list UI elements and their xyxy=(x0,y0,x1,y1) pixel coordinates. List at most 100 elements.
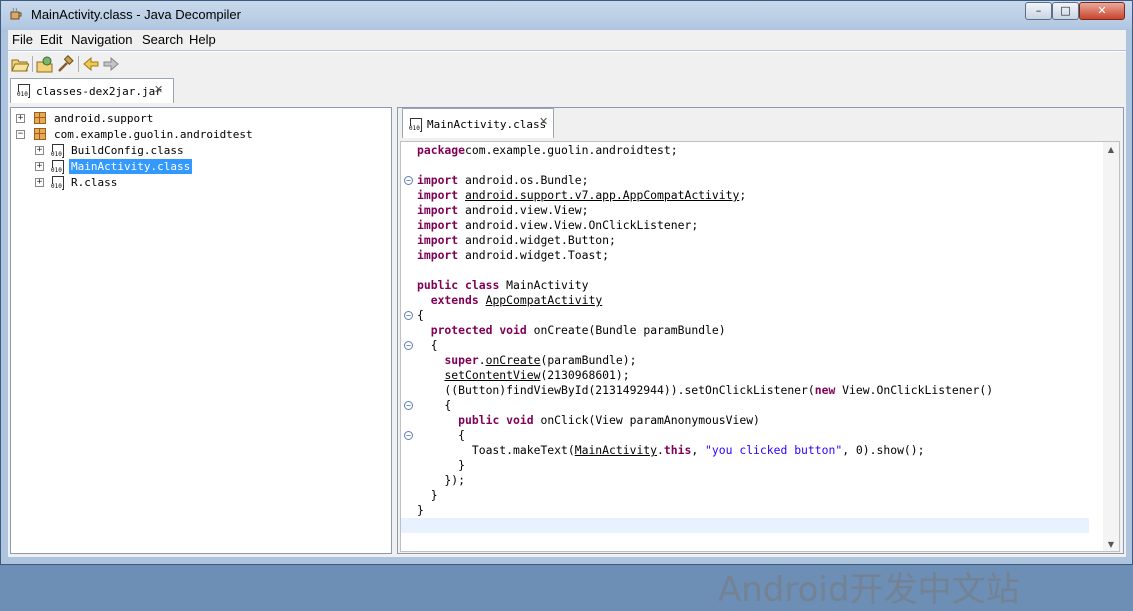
code-token: android.os.Bundle; xyxy=(458,173,589,187)
tab-classes-dex2jar[interactable]: 010 classes-dex2jar.jar ✕ xyxy=(10,78,174,103)
code-line: import android.view.View; xyxy=(417,203,588,218)
maximize-button[interactable]: □ xyxy=(1052,2,1079,20)
open-type-icon[interactable] xyxy=(36,55,54,73)
code-token: ((Button)findViewById(2131492944)).setOn… xyxy=(417,383,815,397)
expand-icon[interactable]: + xyxy=(35,178,44,187)
tab-close-icon[interactable]: ✕ xyxy=(154,83,163,96)
tree-item-label: BuildConfig.class xyxy=(71,144,184,157)
code-token: android.view.View; xyxy=(458,203,589,217)
scroll-up-icon[interactable]: ▲ xyxy=(1103,145,1119,154)
collapse-icon[interactable]: − xyxy=(16,130,25,139)
close-button[interactable]: ✕ xyxy=(1079,2,1125,20)
menu-edit[interactable]: Edit xyxy=(40,32,62,47)
code-line: import android.support.v7.app.AppCompatA… xyxy=(417,188,746,203)
fold-toggle-icon[interactable]: − xyxy=(404,431,413,440)
tree-item-mainactivity[interactable]: + 010 MainActivity.class xyxy=(35,159,295,175)
code-token: }); xyxy=(417,473,466,487)
close-icon: ✕ xyxy=(1097,4,1107,17)
code-token: . xyxy=(478,353,486,367)
class-file-icon: 010 xyxy=(51,160,64,174)
fold-toggle-icon[interactable]: − xyxy=(404,341,413,350)
tab-mainactivity-class[interactable]: 010 MainActivity.class ✕ xyxy=(402,108,554,138)
code-token: android.widget.Toast; xyxy=(458,248,610,262)
fold-toggle-icon[interactable]: − xyxy=(404,401,413,410)
menu-file[interactable]: File xyxy=(12,32,33,47)
hammer-icon[interactable] xyxy=(56,55,74,73)
fold-toggle-icon[interactable]: − xyxy=(404,311,413,320)
tab-close-icon[interactable]: ✕ xyxy=(539,115,548,128)
code-token: public xyxy=(417,278,459,292)
tree-item-label: android.support xyxy=(54,112,154,125)
code-token: onClick(View paramAnonymousView) xyxy=(533,413,760,427)
code-token: . xyxy=(657,443,664,457)
code-token: extends xyxy=(430,293,479,307)
scroll-down-icon[interactable]: ▼ xyxy=(1103,540,1119,549)
back-arrow-icon[interactable] xyxy=(82,55,100,73)
forward-arrow-icon[interactable] xyxy=(102,55,120,73)
tree-item-r-class[interactable]: + 010 R.class xyxy=(35,175,295,191)
vertical-scrollbar[interactable]: ▲ ▼ xyxy=(1103,142,1119,551)
code-token: { xyxy=(417,308,424,322)
tree-item-android-support[interactable]: + android.support xyxy=(16,111,316,127)
tree-item-label: R.class xyxy=(71,176,118,189)
code-line: super.onCreate(paramBundle); xyxy=(417,353,636,368)
code-token: import xyxy=(417,173,459,187)
tree-item-buildconfig[interactable]: + 010 BuildConfig.class xyxy=(35,143,295,159)
expand-icon[interactable]: + xyxy=(16,114,25,123)
package-tree: + android.support − com.example.guolin.a… xyxy=(10,107,392,554)
menu-search[interactable]: Search xyxy=(142,32,183,47)
code-line: { xyxy=(417,338,438,353)
code-line: Toast.makeText(MainActivity.this, "you c… xyxy=(417,443,925,458)
tab-label: MainActivity.class xyxy=(427,118,547,131)
menu-help[interactable]: Help xyxy=(189,32,216,47)
code-token: Toast.makeText( xyxy=(417,443,575,457)
app-window: MainActivity.class - Java Decompiler – □… xyxy=(0,0,1133,610)
code-token: } xyxy=(417,488,438,502)
code-line: public void onClick(View paramAnonymousV… xyxy=(417,413,760,428)
code-token: com.example.guolin.androidtest; xyxy=(465,143,678,157)
open-file-icon[interactable] xyxy=(11,55,29,73)
tab-label: classes-dex2jar.jar xyxy=(36,85,162,98)
expand-icon[interactable]: + xyxy=(35,146,44,155)
fold-toggle-icon[interactable]: − xyxy=(404,176,413,185)
toolbar-separator xyxy=(32,56,33,72)
code-line: ((Button)findViewById(2131492944)).setOn… xyxy=(417,383,993,398)
tree-item-com-example[interactable]: − com.example.guolin.androidtest xyxy=(16,127,316,143)
code-line: import android.os.Bundle; xyxy=(417,173,588,188)
watermark: Android开发中文站 xyxy=(718,570,1020,610)
toolbar xyxy=(8,51,1126,76)
code-token: { xyxy=(417,398,452,412)
code-editor[interactable]: ▲ ▼ packagecom.example.guolin.androidtes… xyxy=(400,141,1120,552)
title-bar[interactable]: MainActivity.class - Java Decompiler – □… xyxy=(1,1,1132,29)
code-token: void xyxy=(506,413,534,427)
code-token: onCreate(Bundle paramBundle) xyxy=(526,323,726,337)
main-content: 010 classes-dex2jar.jar ✕ + android.supp… xyxy=(8,76,1126,610)
coffee-cup-icon xyxy=(10,7,22,20)
code-line: } xyxy=(417,458,465,473)
code-token: public xyxy=(458,413,500,427)
code-line: extends AppCompatActivity xyxy=(417,293,602,308)
code-token: super xyxy=(444,353,479,367)
menu-navigation[interactable]: Navigation xyxy=(71,32,132,47)
code-token: MainActivity xyxy=(574,443,658,457)
menu-bar: File Edit Navigation Search Help xyxy=(8,30,1126,50)
code-line: packagecom.example.guolin.androidtest; xyxy=(417,143,678,158)
code-token: android.widget.Button; xyxy=(458,233,616,247)
tree-item-label: com.example.guolin.androidtest xyxy=(54,128,253,141)
code-token: new xyxy=(814,383,836,397)
jar-file-icon: 010 xyxy=(17,84,30,98)
code-token: package xyxy=(417,143,466,157)
code-token: void xyxy=(499,323,527,337)
minimize-button[interactable]: – xyxy=(1025,2,1052,20)
code-token: import xyxy=(417,248,459,262)
maximize-icon: □ xyxy=(1060,4,1071,17)
expand-icon[interactable]: + xyxy=(35,162,44,171)
code-token: { xyxy=(417,338,438,352)
tree-item-label: MainActivity.class xyxy=(69,159,193,174)
